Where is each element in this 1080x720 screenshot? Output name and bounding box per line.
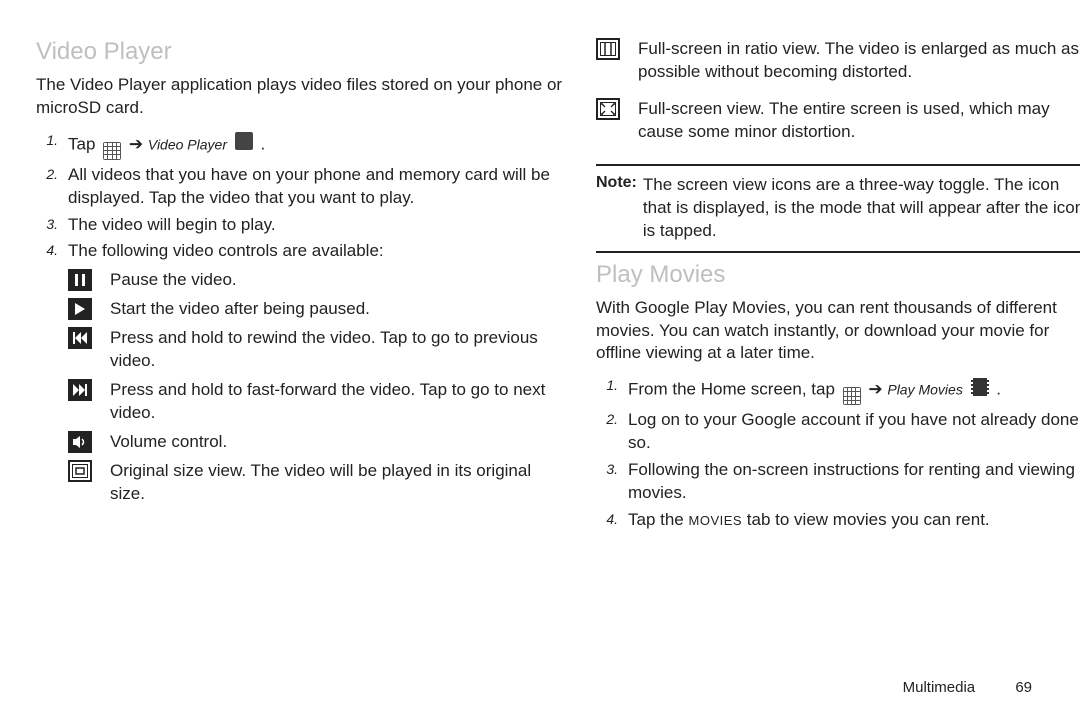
step-number: 1.: [596, 375, 618, 393]
divider: [596, 251, 1080, 253]
control-desc: Full-screen view. The entire screen is u…: [638, 98, 1080, 144]
page-footer: Multimedia 69: [903, 679, 1032, 696]
step-text: From the Home screen, tap ➔ Play Movies …: [628, 375, 1080, 405]
control-volume: Volume control.: [68, 431, 566, 454]
step-text: All videos that you have on your phone a…: [68, 164, 566, 210]
step-number: 2.: [596, 409, 618, 427]
control-desc: Start the video after being paused.: [110, 298, 566, 321]
divider: [596, 164, 1080, 166]
video-player-steps: 1. Tap ➔ Video Player . 2. All videos th…: [36, 130, 566, 264]
control-pause: Pause the video.: [68, 269, 566, 292]
step-number: 3.: [596, 459, 618, 477]
left-column: Video Player The Video Player applicatio…: [36, 32, 566, 512]
section-title-play-movies: Play Movies: [596, 261, 1080, 289]
control-desc: Full-screen in ratio view. The video is …: [638, 38, 1080, 84]
control-desc: Original size view. The video will be pl…: [110, 460, 566, 506]
step-number: 3.: [36, 214, 58, 232]
step-text: Following the on-screen instructions for…: [628, 459, 1080, 505]
pause-icon: [68, 269, 92, 291]
control-desc: Pause the video.: [110, 269, 566, 292]
list-item: 2. Log on to your Google account if you …: [596, 409, 1080, 455]
video-controls-list: Pause the video. Start the video after b…: [68, 269, 566, 505]
step-number: 4.: [596, 509, 618, 527]
step-number: 1.: [36, 130, 58, 148]
control-rewind: Press and hold to rewind the video. Tap …: [68, 327, 566, 373]
step-text: Tap the MOVIES tab to view movies you ca…: [628, 509, 1080, 532]
video-player-app-icon: [235, 132, 253, 157]
movies-tab-label: MOVIES: [689, 513, 743, 528]
pm-step1-post: .: [996, 380, 1001, 399]
control-fast-forward: Press and hold to fast-forward the video…: [68, 379, 566, 425]
fullscreen-ratio-icon: [596, 38, 620, 60]
play-movies-intro: With Google Play Movies, you can rent th…: [596, 297, 1080, 366]
note-text: The screen view icons are a three-way to…: [643, 174, 1080, 243]
list-item: 1. From the Home screen, tap ➔ Play Movi…: [596, 375, 1080, 405]
apps-icon: [103, 130, 121, 160]
list-item: 2. All videos that you have on your phon…: [36, 164, 566, 210]
step-text: Tap ➔ Video Player .: [68, 130, 566, 160]
step-number: 4.: [36, 240, 58, 258]
step-text: The video will begin to play.: [68, 214, 566, 237]
step1-pre: Tap: [68, 134, 95, 153]
apps-icon: [843, 375, 861, 405]
step-text: Log on to your Google account if you hav…: [628, 409, 1080, 455]
app-label-video-player: Video Player: [148, 136, 227, 152]
app-label-play-movies: Play Movies: [887, 382, 962, 398]
control-desc: Press and hold to rewind the video. Tap …: [110, 327, 566, 373]
volume-icon: [68, 431, 92, 453]
pm-step4-post: tab to view movies you can rent.: [742, 510, 990, 529]
right-column: Full-screen in ratio view. The video is …: [596, 32, 1080, 536]
list-item: 3. The video will begin to play.: [36, 214, 566, 237]
manual-page: Video Player The Video Player applicatio…: [0, 0, 1080, 720]
video-player-intro: The Video Player application plays video…: [36, 74, 566, 120]
list-item: 4. Tap the MOVIES tab to view movies you…: [596, 509, 1080, 532]
original-size-icon: [68, 460, 92, 482]
control-play: Start the video after being paused.: [68, 298, 566, 321]
play-icon: [68, 298, 92, 320]
pm-step4-pre: Tap the: [628, 510, 689, 529]
list-item: 4. The following video controls are avai…: [36, 240, 566, 263]
rewind-icon: [68, 327, 92, 349]
control-fullscreen-ratio: Full-screen in ratio view. The video is …: [596, 38, 1080, 84]
note-block: Note: The screen view icons are a three-…: [596, 174, 1080, 243]
step1-post: .: [260, 134, 265, 153]
step-number: 2.: [36, 164, 58, 182]
footer-section: Multimedia: [903, 679, 976, 696]
section-title-video-player: Video Player: [36, 38, 566, 66]
fullscreen-icon: [596, 98, 620, 120]
control-original-size: Original size view. The video will be pl…: [68, 460, 566, 506]
pm-step1-pre: From the Home screen, tap: [628, 380, 835, 399]
control-fullscreen: Full-screen view. The entire screen is u…: [596, 98, 1080, 144]
play-movies-app-icon: [971, 378, 989, 403]
play-movies-steps: 1. From the Home screen, tap ➔ Play Movi…: [596, 375, 1080, 531]
note-label: Note:: [596, 174, 637, 192]
list-item: 3. Following the on-screen instructions …: [596, 459, 1080, 505]
footer-page-number: 69: [1015, 679, 1032, 696]
control-desc: Press and hold to fast-forward the video…: [110, 379, 566, 425]
step-text: The following video controls are availab…: [68, 240, 566, 263]
fast-forward-icon: [68, 379, 92, 401]
list-item: 1. Tap ➔ Video Player .: [36, 130, 566, 160]
control-desc: Volume control.: [110, 431, 566, 454]
